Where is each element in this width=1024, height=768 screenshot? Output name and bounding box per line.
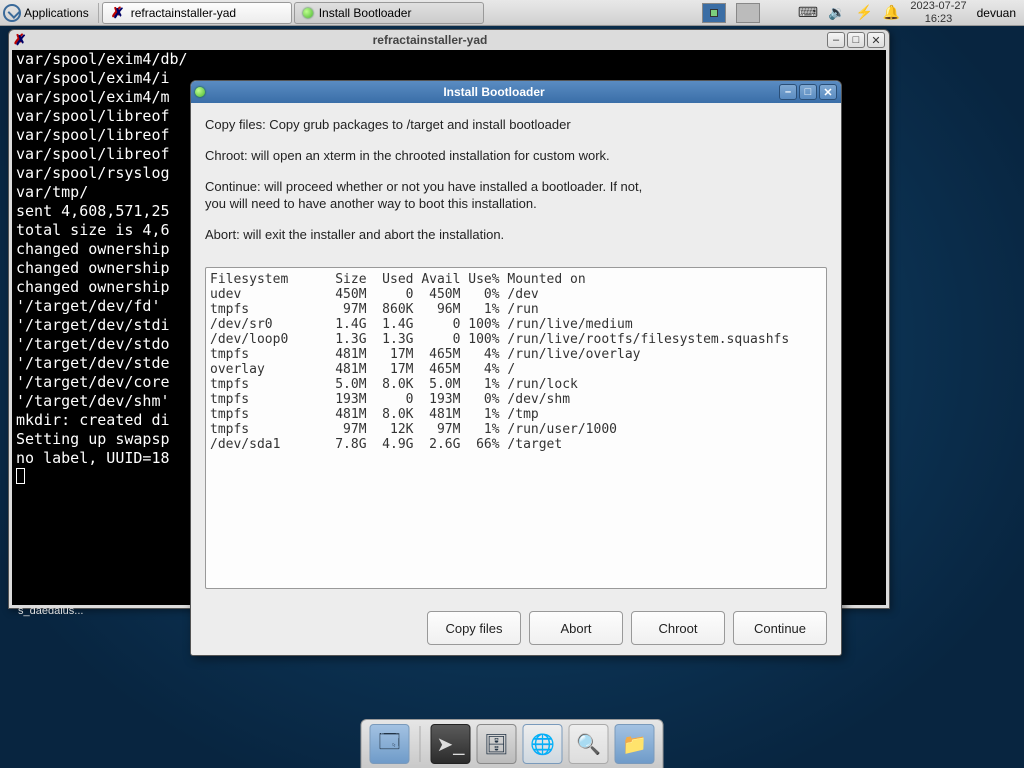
continue-button[interactable]: Continue: [733, 611, 827, 645]
file-manager-icon[interactable]: 🗄: [477, 724, 517, 764]
task-label: Install Bootloader: [319, 6, 412, 20]
notification-bell-icon[interactable]: 🔔: [883, 4, 900, 21]
copy-files-button[interactable]: Copy files: [427, 611, 521, 645]
dialog-line-chroot: Chroot: will open an xterm in the chroot…: [205, 148, 827, 165]
show-desktop-icon[interactable]: 🗔: [370, 724, 410, 764]
terminal-titlebar[interactable]: refractainstaller-yad – □ ✕: [9, 30, 889, 50]
dialog-minimize-button[interactable]: –: [779, 84, 797, 100]
maximize-button[interactable]: □: [847, 32, 865, 48]
user-menu[interactable]: devuan: [977, 6, 1016, 20]
applications-menu[interactable]: Applications: [0, 0, 95, 25]
power-icon[interactable]: ⚡: [855, 4, 872, 21]
workspace-switcher-inactive[interactable]: [736, 3, 760, 23]
applications-label: Applications: [24, 6, 89, 20]
yad-dialog-icon: [303, 8, 313, 18]
dialog-button-row: Copy files Abort Chroot Continue: [191, 603, 841, 655]
clock-date: 2023-07-27: [910, 0, 966, 12]
dialog-message: Copy files: Copy grub packages to /targe…: [205, 117, 827, 257]
volume-icon[interactable]: 🔉: [828, 4, 845, 21]
dialog-title: Install Bootloader: [209, 85, 779, 99]
devuan-swirl-icon: [3, 4, 21, 22]
terminal-launcher-icon[interactable]: ➤_: [431, 724, 471, 764]
folder-launcher-icon[interactable]: 📁: [615, 724, 655, 764]
dialog-line-continue: Continue: will proceed whether or not yo…: [205, 179, 827, 213]
search-launcher-icon[interactable]: 🔍: [569, 724, 609, 764]
filesystem-output[interactable]: Filesystem Size Used Avail Use% Mounted …: [205, 267, 827, 589]
terminal-title: refractainstaller-yad: [33, 33, 827, 47]
yad-dialog-icon: [195, 87, 205, 97]
terminal-cursor: [16, 468, 25, 484]
install-bootloader-dialog: Install Bootloader – □ ✕ Copy files: Cop…: [190, 80, 842, 656]
close-button[interactable]: ✕: [867, 32, 885, 48]
keyboard-icon[interactable]: ⌨: [798, 4, 818, 21]
minimize-button[interactable]: –: [827, 32, 845, 48]
chroot-button[interactable]: Chroot: [631, 611, 725, 645]
abort-button[interactable]: Abort: [529, 611, 623, 645]
dialog-close-button[interactable]: ✕: [819, 84, 837, 100]
top-panel: Applications refractainstaller-yad Insta…: [0, 0, 1024, 26]
dialog-line-copyfiles: Copy files: Copy grub packages to /targe…: [205, 117, 827, 134]
term-line: var/spool/exim4/db/: [16, 50, 882, 69]
separator: [420, 726, 421, 762]
dialog-maximize-button[interactable]: □: [799, 84, 817, 100]
workspace-switcher-active[interactable]: [702, 3, 726, 23]
bottom-dock: 🗔 ➤_ 🗄 🌐 🔍 📁: [361, 719, 664, 768]
taskbar-item-refractainstaller[interactable]: refractainstaller-yad: [102, 2, 292, 24]
web-browser-icon[interactable]: 🌐: [523, 724, 563, 764]
desktop-residual-text: s_daedalus...: [18, 605, 83, 617]
terminal-x-icon: [13, 33, 27, 47]
clock[interactable]: 2023-07-27 16:23: [910, 0, 966, 24]
dialog-line-abort: Abort: will exit the installer and abort…: [205, 227, 827, 244]
dialog-titlebar[interactable]: Install Bootloader – □ ✕: [191, 81, 841, 103]
task-label: refractainstaller-yad: [131, 6, 236, 20]
terminal-x-icon: [111, 6, 125, 20]
taskbar-item-install-bootloader[interactable]: Install Bootloader: [294, 2, 484, 24]
clock-time: 16:23: [910, 13, 966, 25]
separator: [98, 3, 99, 23]
system-tray: ⌨ 🔉 ⚡ 🔔 2023-07-27 16:23 devuan: [702, 0, 1024, 25]
